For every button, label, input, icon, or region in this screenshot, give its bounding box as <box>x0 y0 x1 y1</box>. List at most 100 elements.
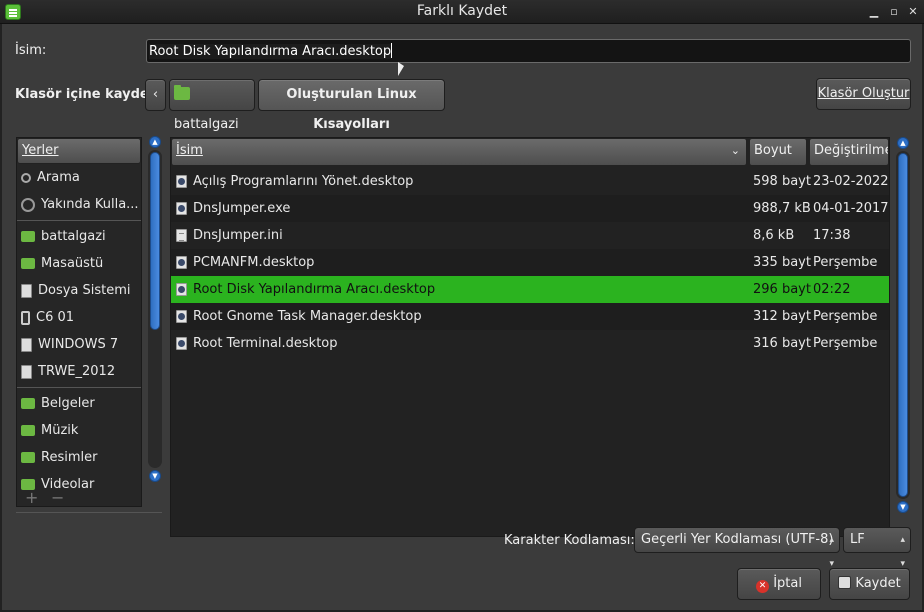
drive-icon <box>21 337 32 352</box>
maximize-icon[interactable]: ▫ <box>886 4 902 20</box>
file-size: 8,6 kB <box>753 228 795 243</box>
sidebar-item-filesystem[interactable]: Dosya Sistemi <box>17 277 141 304</box>
sidebar-item-label: Belgeler <box>41 396 95 411</box>
create-folder-button[interactable]: Klasör Oluştur <box>816 78 911 110</box>
file-size: 316 bayt <box>753 336 811 351</box>
desktop-file-icon <box>176 310 187 323</box>
column-header-size[interactable]: Boyut <box>749 138 807 166</box>
files-scroll-up-icon[interactable]: ▲ <box>897 137 909 149</box>
sidebar-item-label: Yakında Kulla... <box>41 197 139 212</box>
crumb-battalgazi[interactable]: battalgazi <box>169 79 255 132</box>
file-row-selected[interactable]: Root Disk Yapılandırma Aracı.desktop 296… <box>171 276 889 303</box>
clock-icon <box>21 197 35 212</box>
executable-icon <box>176 202 187 215</box>
sidebar-item-c6-01[interactable]: C6 01 <box>17 304 141 331</box>
sidebar-item-home[interactable]: battalgazi <box>17 223 141 250</box>
files-scroll-down-icon[interactable]: ▼ <box>897 501 909 513</box>
music-folder-icon <box>21 425 35 436</box>
separator <box>16 512 162 513</box>
places-scroll-up-icon[interactable]: ▲ <box>149 136 161 148</box>
encoding-value: Geçerli Yer Kodlaması (UTF-8) <box>641 532 834 547</box>
separator <box>17 220 141 221</box>
sidebar-item-label: Arama <box>37 170 80 185</box>
places-scroll-down-icon[interactable]: ▼ <box>149 470 161 482</box>
add-bookmark-button[interactable]: + <box>25 488 38 507</box>
remove-bookmark-button[interactable]: − <box>51 488 64 507</box>
line-ending-select[interactable]: LF ▴ ▾ <box>843 527 911 569</box>
sidebar-item-trwe2012[interactable]: TRWE_2012 <box>17 358 141 385</box>
sidebar-item-search[interactable]: Arama <box>17 164 141 191</box>
desktop-file-icon <box>176 175 187 188</box>
file-name: DnsJumper.ini <box>193 228 283 243</box>
sidebar-item-recent[interactable]: Yakında Kulla... <box>17 191 141 218</box>
window-title: Farklı Kaydet <box>416 3 508 19</box>
name-label: İsim: <box>15 43 47 58</box>
file-modified: Perşembe <box>813 336 878 351</box>
sidebar-item-pictures[interactable]: Resimler <box>17 444 141 471</box>
file-row[interactable]: Root Terminal.desktop 316 bayt Perşembe <box>171 330 889 357</box>
sidebar-item-label: TRWE_2012 <box>38 364 116 379</box>
file-row[interactable]: PCMANFM.desktop 335 bayt Perşembe <box>171 249 889 276</box>
encoding-select[interactable]: Geçerli Yer Kodlaması (UTF-8) ▴ ▾ <box>634 527 840 569</box>
cancel-button[interactable]: ✕ İptal <box>737 568 821 600</box>
create-folder-label: Klasör Oluştur <box>817 86 910 101</box>
sidebar-item-desktop[interactable]: Masaüstü <box>17 250 141 277</box>
search-icon <box>21 172 31 183</box>
file-modified: 02:22 <box>813 282 851 297</box>
home-folder-icon <box>174 85 190 100</box>
file-list: İsim ⌄ Boyut Değiştirilme Açılış Program… <box>170 137 890 537</box>
sidebar-item-label: C6 01 <box>36 310 75 325</box>
save-in-folder-label: Klasör içine kaydet: <box>15 87 161 102</box>
title-bar: Farklı Kaydet ▁ ▫ ✕ <box>0 0 924 24</box>
save-button[interactable]: Kaydet <box>829 568 910 600</box>
file-name: Açılış Programlarını Yönet.desktop <box>193 174 414 189</box>
files-scrollbar[interactable] <box>896 151 910 499</box>
file-name: Root Gnome Task Manager.desktop <box>193 309 422 324</box>
file-modified: Perşembe <box>813 309 878 324</box>
sidebar-item-documents[interactable]: Belgeler <box>17 390 141 417</box>
file-name: Root Disk Yapılandırma Aracı.desktop <box>193 282 436 297</box>
sidebar-item-windows7[interactable]: WINDOWS 7 <box>17 331 141 358</box>
crumb-current-folder[interactable]: Oluşturulan Linux Kısayolları <box>258 79 445 132</box>
sidebar-item-label: Resimler <box>41 450 98 465</box>
places-scrollbar[interactable] <box>148 150 162 468</box>
drive-icon <box>21 283 32 298</box>
file-modified: 04-01-2017 <box>813 201 889 216</box>
file-row[interactable]: DnsJumper.ini 8,6 kB 17:38 <box>171 222 889 249</box>
folder-icon <box>21 398 35 409</box>
file-size: 988,7 kB <box>753 201 811 216</box>
file-row[interactable]: Root Gnome Task Manager.desktop 312 bayt… <box>171 303 889 330</box>
close-icon[interactable]: ✕ <box>905 4 921 20</box>
cancel-icon: ✕ <box>756 580 770 593</box>
file-name: DnsJumper.exe <box>193 201 291 216</box>
floppy-save-icon <box>838 576 852 589</box>
column-name-label: İsim <box>176 143 203 158</box>
cancel-label: İptal <box>773 576 802 591</box>
places-header[interactable]: Yerler <box>17 138 141 164</box>
crumb-label: battalgazi <box>174 117 239 132</box>
filename-value: Root Disk Yapılandırma Aracı.desktop <box>149 44 392 59</box>
sidebar-item-label: Videolar <box>41 477 95 492</box>
column-header-modified[interactable]: Değiştirilme <box>809 138 889 166</box>
file-row[interactable]: DnsJumper.exe 988,7 kB 04-01-2017 <box>171 195 889 222</box>
file-row[interactable]: Açılış Programlarını Yönet.desktop 598 b… <box>171 168 889 195</box>
filename-input[interactable]: Root Disk Yapılandırma Aracı.desktop <box>146 39 911 63</box>
places-scroll-thumb[interactable] <box>150 152 160 330</box>
files-scroll-thumb[interactable] <box>898 153 908 497</box>
sidebar-item-music[interactable]: Müzik <box>17 417 141 444</box>
file-name: PCMANFM.desktop <box>193 255 315 270</box>
minimize-icon[interactable]: ▁ <box>866 4 882 20</box>
pictures-folder-icon <box>21 452 35 463</box>
file-size: 312 bayt <box>753 309 811 324</box>
mouse-pointer-icon <box>398 62 404 76</box>
file-size: 296 bayt <box>753 282 811 297</box>
encoding-label: Karakter Kodlaması: <box>504 533 635 548</box>
sidebar-item-label: Dosya Sistemi <box>38 283 131 298</box>
desktop-file-icon <box>176 283 187 296</box>
text-file-icon <box>176 229 187 242</box>
phone-icon <box>21 310 30 325</box>
drive-icon <box>21 364 32 379</box>
back-button[interactable]: ‹ <box>145 79 166 111</box>
file-modified: 17:38 <box>813 228 851 243</box>
column-header-name[interactable]: İsim ⌄ <box>171 138 747 166</box>
